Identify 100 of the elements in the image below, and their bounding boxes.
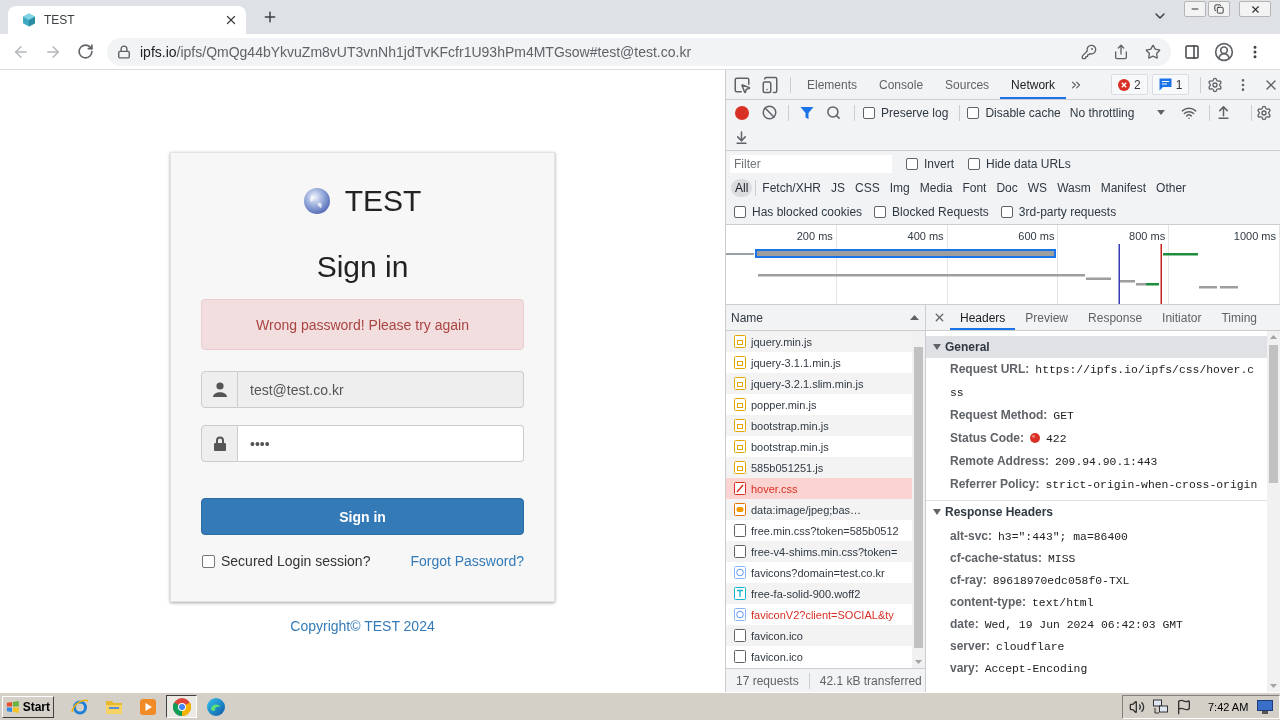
start-button[interactable]: Start xyxy=(2,695,54,718)
type-filter-chip[interactable]: Doc xyxy=(992,179,1022,197)
request-row[interactable]: jquery.min.js xyxy=(726,331,912,352)
timeline-bar xyxy=(1220,286,1238,289)
name-column-header[interactable]: Name xyxy=(726,305,925,331)
request-row[interactable]: 585b051251.js xyxy=(726,457,912,478)
type-filter-chip[interactable]: Other xyxy=(1152,179,1191,197)
settings-icon[interactable] xyxy=(1207,76,1224,93)
inspect-icon[interactable] xyxy=(733,75,751,94)
checkbox[interactable] xyxy=(874,206,887,218)
close-icon[interactable] xyxy=(224,13,238,27)
type-filter-chip[interactable]: JS xyxy=(827,179,850,197)
network-icon[interactable] xyxy=(1153,698,1169,715)
expanded-triangle-icon xyxy=(933,509,941,515)
file-icon xyxy=(734,524,746,537)
folder-icon xyxy=(104,698,123,715)
filter-field[interactable]: Filter xyxy=(730,155,892,173)
detail-tab[interactable]: Headers xyxy=(950,305,1016,330)
type-filter-chip[interactable]: Fetch/XHR xyxy=(758,179,826,197)
checkbox-label: Preserve log xyxy=(881,105,949,120)
taskbar-button[interactable] xyxy=(166,695,197,718)
dom-loaded-marker-line xyxy=(1118,244,1120,304)
cube-icon xyxy=(22,13,36,27)
checkbox[interactable] xyxy=(1000,206,1013,218)
error-count-button[interactable]: 2 xyxy=(1111,74,1148,95)
type-filter-chip[interactable]: CSS xyxy=(851,179,884,197)
flag-icon[interactable] xyxy=(1176,698,1192,715)
devtools-tab[interactable]: Sources xyxy=(934,70,1001,99)
password-field[interactable]: •••• xyxy=(238,425,524,462)
device-icon[interactable] xyxy=(761,75,779,94)
transferred-size: 42.1 kB transferred xyxy=(819,673,922,688)
clear-icon[interactable] xyxy=(762,105,777,120)
detail-tab[interactable]: Initiator xyxy=(1152,305,1212,330)
url-text: ipfs.io/ipfs/QmQg44bYkvuZm8vUT3vnNh1jdTvKFcfr1U93hPm4MTGsow#test@test.co.kr xyxy=(140,43,692,60)
record-icon[interactable] xyxy=(735,105,749,120)
devtools-tab[interactable]: Elements xyxy=(796,70,869,99)
sidebar-icon[interactable] xyxy=(1184,43,1200,60)
email-field[interactable]: test@test.co.kr xyxy=(238,371,524,408)
favicon-file-icon xyxy=(734,608,746,621)
devtools-tab[interactable]: Console xyxy=(868,70,935,99)
scrollbar[interactable] xyxy=(912,331,925,668)
request-row[interactable]: bootstrap.min.js xyxy=(726,415,912,436)
type-filter-chip[interactable]: Wasm xyxy=(1053,179,1095,197)
message-count-button[interactable]: 1 xyxy=(1151,74,1190,95)
type-filter-chip[interactable]: WS xyxy=(1023,179,1052,197)
detail-tab[interactable]: Preview xyxy=(1015,305,1079,330)
script-file-icon xyxy=(734,398,746,411)
request-row[interactable]: free-fa-solid-900.woff2 xyxy=(726,583,912,604)
remember-checkbox[interactable] xyxy=(202,554,215,568)
type-filter-chip[interactable]: All xyxy=(731,179,753,197)
forgot-password-link[interactable]: Forgot Password? xyxy=(410,553,524,569)
request-row[interactable]: hover.css xyxy=(726,478,912,499)
detail-tab[interactable]: Timing xyxy=(1211,305,1267,330)
header-line: Request URL: https://ipfs.io/ipfs/css/hover.css xyxy=(950,361,1256,401)
upload-icon[interactable] xyxy=(1215,105,1231,120)
checkbox[interactable] xyxy=(734,206,746,218)
star-icon[interactable] xyxy=(1145,43,1161,60)
section-header[interactable]: Response Headers xyxy=(926,501,1267,523)
minimize-button[interactable] xyxy=(1184,1,1206,17)
scrollbar-thumb[interactable] xyxy=(914,347,923,648)
play-icon xyxy=(139,698,156,715)
download-icon[interactable] xyxy=(734,130,749,145)
detail-tab[interactable]: Response xyxy=(1078,305,1153,330)
request-row[interactable]: favicon.ico xyxy=(726,625,912,646)
reload-icon[interactable] xyxy=(77,43,94,60)
settings-icon[interactable] xyxy=(1255,104,1272,121)
checkbox-label: Blocked Requests xyxy=(892,205,989,219)
request-row[interactable]: jquery-3.2.1.slim.min.js xyxy=(726,373,912,394)
browser-tab[interactable]: TEST xyxy=(8,6,246,34)
scrollbar[interactable] xyxy=(1267,331,1280,692)
lock-icon xyxy=(213,436,226,451)
scrollbar-thumb[interactable] xyxy=(1269,345,1278,483)
user-icon xyxy=(212,382,227,397)
new-tab-icon[interactable] xyxy=(262,9,278,25)
restore-button[interactable] xyxy=(1208,1,1230,17)
checkbox[interactable] xyxy=(863,106,875,119)
window-close-button[interactable] xyxy=(1239,1,1271,17)
type-filter-chip[interactable]: Manifest xyxy=(1096,179,1151,197)
desktop-icon[interactable] xyxy=(1257,699,1274,714)
share-icon[interactable] xyxy=(1113,43,1129,60)
sort-arrow-icon[interactable] xyxy=(910,315,919,320)
sign-in-button[interactable]: Sign in xyxy=(201,498,524,535)
checkbox[interactable] xyxy=(906,158,918,170)
section-header[interactable]: General xyxy=(926,336,1267,358)
type-filter-chip[interactable]: Font xyxy=(958,179,991,197)
address-bar[interactable]: ipfs.io/ipfs/QmQg44bYkvuZm8vUT3vnNh1jdTvKFcfr1U93hPm4MTGsow#test@test.co.kr xyxy=(107,37,1171,66)
speaker-icon[interactable] xyxy=(1129,698,1145,715)
filter-icon[interactable] xyxy=(800,105,814,120)
type-filter-chip[interactable]: Media xyxy=(915,179,957,197)
request-row[interactable]: data:image/jpeg;bas… xyxy=(726,499,912,520)
request-row[interactable]: free-v4-shims.min.css?token= xyxy=(726,541,912,562)
search-icon[interactable] xyxy=(826,105,841,120)
checkbox-label: 3rd-party requests xyxy=(1018,205,1117,219)
close-icon[interactable] xyxy=(933,311,946,324)
checkbox[interactable] xyxy=(968,158,980,170)
throttling-select[interactable]: No throttling xyxy=(1067,102,1167,123)
checkbox[interactable] xyxy=(967,106,980,119)
avatar-icon[interactable] xyxy=(1214,41,1234,62)
type-filter-chip[interactable]: Img xyxy=(885,179,914,197)
key-icon[interactable] xyxy=(1081,43,1097,60)
